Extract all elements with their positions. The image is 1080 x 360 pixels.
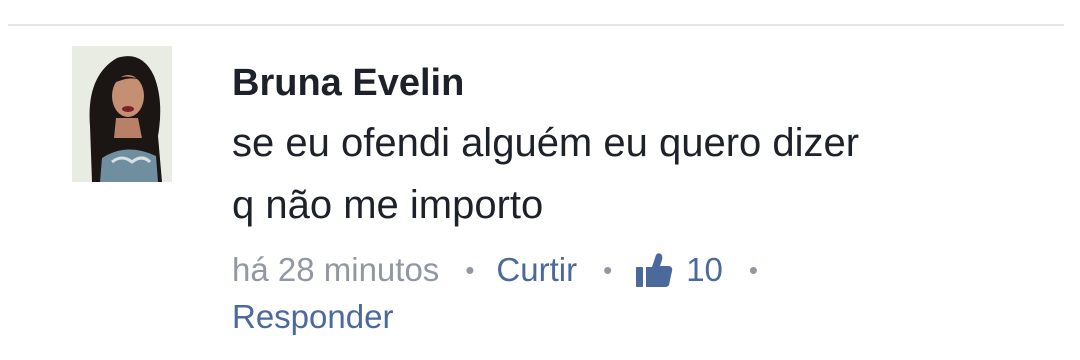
reply-button[interactable]: Responder <box>232 298 393 336</box>
like-count[interactable]: 10 <box>686 251 723 289</box>
separator-dot: • <box>465 254 475 285</box>
like-button[interactable]: Curtir <box>496 251 577 289</box>
comment-text: se eu ofendi alguém eu quero dizer q não… <box>232 112 1032 236</box>
comment: Bruna Evelin se eu ofendi alguém eu quer… <box>0 0 1080 360</box>
comment-text-line: se eu ofendi alguém eu quero dizer <box>232 121 860 165</box>
comment-author[interactable]: Bruna Evelin <box>232 62 464 105</box>
avatar-photo <box>72 46 172 182</box>
thumbs-up-icon[interactable] <box>634 252 674 288</box>
avatar[interactable] <box>72 46 172 182</box>
comment-text-line: q não me importo <box>232 183 544 227</box>
comment-timestamp[interactable]: há 28 minutos <box>232 251 439 289</box>
comment-actions: há 28 minutos • Curtir • 10 • <box>232 248 780 292</box>
separator-dot: • <box>748 254 759 285</box>
separator-dot: • <box>603 254 613 285</box>
